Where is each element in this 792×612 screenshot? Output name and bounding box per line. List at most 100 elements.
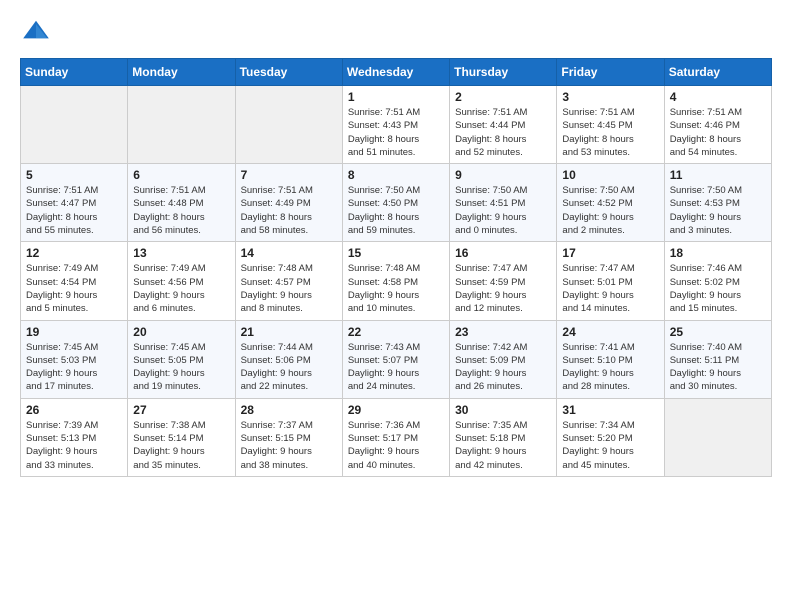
day-number: 27 bbox=[133, 403, 229, 417]
day-info: Sunrise: 7:37 AM Sunset: 5:15 PM Dayligh… bbox=[241, 419, 337, 472]
day-info: Sunrise: 7:50 AM Sunset: 4:53 PM Dayligh… bbox=[670, 184, 766, 237]
page: SundayMondayTuesdayWednesdayThursdayFrid… bbox=[0, 0, 792, 612]
calendar-cell: 27 Sunrise: 7:38 AM Sunset: 5:14 PM Dayli… bbox=[128, 398, 235, 476]
day-number: 30 bbox=[455, 403, 551, 417]
day-number: 7 bbox=[241, 168, 337, 182]
day-number: 12 bbox=[26, 246, 122, 260]
day-info: Sunrise: 7:38 AM Sunset: 5:14 PM Dayligh… bbox=[133, 419, 229, 472]
calendar-cell: 12 Sunrise: 7:49 AM Sunset: 4:54 PM Dayli… bbox=[21, 242, 128, 320]
calendar-cell: 17 Sunrise: 7:47 AM Sunset: 5:01 PM Dayli… bbox=[557, 242, 664, 320]
calendar-cell: 3 Sunrise: 7:51 AM Sunset: 4:45 PM Daylig… bbox=[557, 86, 664, 164]
day-info: Sunrise: 7:40 AM Sunset: 5:11 PM Dayligh… bbox=[670, 341, 766, 394]
day-info: Sunrise: 7:51 AM Sunset: 4:45 PM Dayligh… bbox=[562, 106, 658, 159]
day-info: Sunrise: 7:35 AM Sunset: 5:18 PM Dayligh… bbox=[455, 419, 551, 472]
weekday-header-tuesday: Tuesday bbox=[235, 59, 342, 86]
week-row-4: 19 Sunrise: 7:45 AM Sunset: 5:03 PM Dayli… bbox=[21, 320, 772, 398]
calendar-cell bbox=[128, 86, 235, 164]
calendar-cell: 14 Sunrise: 7:48 AM Sunset: 4:57 PM Dayli… bbox=[235, 242, 342, 320]
day-number: 10 bbox=[562, 168, 658, 182]
day-number: 24 bbox=[562, 325, 658, 339]
day-number: 31 bbox=[562, 403, 658, 417]
weekday-header-sunday: Sunday bbox=[21, 59, 128, 86]
day-info: Sunrise: 7:51 AM Sunset: 4:43 PM Dayligh… bbox=[348, 106, 444, 159]
week-row-1: 1 Sunrise: 7:51 AM Sunset: 4:43 PM Daylig… bbox=[21, 86, 772, 164]
day-number: 13 bbox=[133, 246, 229, 260]
day-info: Sunrise: 7:49 AM Sunset: 4:54 PM Dayligh… bbox=[26, 262, 122, 315]
day-number: 9 bbox=[455, 168, 551, 182]
week-row-5: 26 Sunrise: 7:39 AM Sunset: 5:13 PM Dayli… bbox=[21, 398, 772, 476]
day-info: Sunrise: 7:44 AM Sunset: 5:06 PM Dayligh… bbox=[241, 341, 337, 394]
day-info: Sunrise: 7:42 AM Sunset: 5:09 PM Dayligh… bbox=[455, 341, 551, 394]
day-info: Sunrise: 7:47 AM Sunset: 5:01 PM Dayligh… bbox=[562, 262, 658, 315]
logo-icon bbox=[20, 16, 52, 48]
calendar-cell: 19 Sunrise: 7:45 AM Sunset: 5:03 PM Dayli… bbox=[21, 320, 128, 398]
calendar-cell: 21Sunrise: 7:44 AM Sunset: 5:06 PM Dayli… bbox=[235, 320, 342, 398]
day-number: 5 bbox=[26, 168, 122, 182]
day-info: Sunrise: 7:46 AM Sunset: 5:02 PM Dayligh… bbox=[670, 262, 766, 315]
logo bbox=[20, 16, 56, 48]
calendar-cell: 7 Sunrise: 7:51 AM Sunset: 4:49 PM Daylig… bbox=[235, 164, 342, 242]
day-number: 20 bbox=[133, 325, 229, 339]
calendar-cell: 24 Sunrise: 7:41 AM Sunset: 5:10 PM Dayli… bbox=[557, 320, 664, 398]
day-number: 15 bbox=[348, 246, 444, 260]
calendar-cell: 26 Sunrise: 7:39 AM Sunset: 5:13 PM Dayli… bbox=[21, 398, 128, 476]
calendar-cell: 22Sunrise: 7:43 AM Sunset: 5:07 PM Dayli… bbox=[342, 320, 449, 398]
day-number: 28 bbox=[241, 403, 337, 417]
day-info: Sunrise: 7:51 AM Sunset: 4:46 PM Dayligh… bbox=[670, 106, 766, 159]
weekday-header-wednesday: Wednesday bbox=[342, 59, 449, 86]
day-number: 22 bbox=[348, 325, 444, 339]
day-number: 3 bbox=[562, 90, 658, 104]
calendar-cell: 28 Sunrise: 7:37 AM Sunset: 5:15 PM Dayli… bbox=[235, 398, 342, 476]
day-number: 26 bbox=[26, 403, 122, 417]
day-number: 17 bbox=[562, 246, 658, 260]
day-info: Sunrise: 7:51 AM Sunset: 4:49 PM Dayligh… bbox=[241, 184, 337, 237]
calendar-cell: 1 Sunrise: 7:51 AM Sunset: 4:43 PM Daylig… bbox=[342, 86, 449, 164]
calendar-cell: 5Sunrise: 7:51 AM Sunset: 4:47 PM Daylig… bbox=[21, 164, 128, 242]
weekday-header-saturday: Saturday bbox=[664, 59, 771, 86]
calendar-cell: 25Sunrise: 7:40 AM Sunset: 5:11 PM Dayli… bbox=[664, 320, 771, 398]
day-info: Sunrise: 7:41 AM Sunset: 5:10 PM Dayligh… bbox=[562, 341, 658, 394]
day-info: Sunrise: 7:50 AM Sunset: 4:51 PM Dayligh… bbox=[455, 184, 551, 237]
calendar-cell: 16Sunrise: 7:47 AM Sunset: 4:59 PM Dayli… bbox=[450, 242, 557, 320]
calendar-cell: 13 Sunrise: 7:49 AM Sunset: 4:56 PM Dayli… bbox=[128, 242, 235, 320]
calendar: SundayMondayTuesdayWednesdayThursdayFrid… bbox=[20, 58, 772, 477]
calendar-cell: 6 Sunrise: 7:51 AM Sunset: 4:48 PM Daylig… bbox=[128, 164, 235, 242]
day-number: 6 bbox=[133, 168, 229, 182]
day-number: 29 bbox=[348, 403, 444, 417]
calendar-cell: 23Sunrise: 7:42 AM Sunset: 5:09 PM Dayli… bbox=[450, 320, 557, 398]
day-info: Sunrise: 7:49 AM Sunset: 4:56 PM Dayligh… bbox=[133, 262, 229, 315]
calendar-cell: 8Sunrise: 7:50 AM Sunset: 4:50 PM Daylig… bbox=[342, 164, 449, 242]
day-info: Sunrise: 7:45 AM Sunset: 5:03 PM Dayligh… bbox=[26, 341, 122, 394]
weekday-header-monday: Monday bbox=[128, 59, 235, 86]
calendar-cell: 10 Sunrise: 7:50 AM Sunset: 4:52 PM Dayli… bbox=[557, 164, 664, 242]
week-row-2: 5Sunrise: 7:51 AM Sunset: 4:47 PM Daylig… bbox=[21, 164, 772, 242]
day-number: 19 bbox=[26, 325, 122, 339]
calendar-cell: 31 Sunrise: 7:34 AM Sunset: 5:20 PM Dayli… bbox=[557, 398, 664, 476]
day-number: 1 bbox=[348, 90, 444, 104]
weekday-header-thursday: Thursday bbox=[450, 59, 557, 86]
calendar-cell: 20Sunrise: 7:45 AM Sunset: 5:05 PM Dayli… bbox=[128, 320, 235, 398]
calendar-cell bbox=[664, 398, 771, 476]
day-number: 4 bbox=[670, 90, 766, 104]
calendar-cell: 4 Sunrise: 7:51 AM Sunset: 4:46 PM Daylig… bbox=[664, 86, 771, 164]
day-info: Sunrise: 7:51 AM Sunset: 4:44 PM Dayligh… bbox=[455, 106, 551, 159]
day-info: Sunrise: 7:39 AM Sunset: 5:13 PM Dayligh… bbox=[26, 419, 122, 472]
calendar-cell: 9 Sunrise: 7:50 AM Sunset: 4:51 PM Daylig… bbox=[450, 164, 557, 242]
day-info: Sunrise: 7:50 AM Sunset: 4:52 PM Dayligh… bbox=[562, 184, 658, 237]
day-info: Sunrise: 7:34 AM Sunset: 5:20 PM Dayligh… bbox=[562, 419, 658, 472]
weekday-header-row: SundayMondayTuesdayWednesdayThursdayFrid… bbox=[21, 59, 772, 86]
calendar-cell bbox=[235, 86, 342, 164]
calendar-cell: 15Sunrise: 7:48 AM Sunset: 4:58 PM Dayli… bbox=[342, 242, 449, 320]
day-info: Sunrise: 7:51 AM Sunset: 4:48 PM Dayligh… bbox=[133, 184, 229, 237]
day-info: Sunrise: 7:47 AM Sunset: 4:59 PM Dayligh… bbox=[455, 262, 551, 315]
day-number: 8 bbox=[348, 168, 444, 182]
day-number: 14 bbox=[241, 246, 337, 260]
calendar-cell: 18 Sunrise: 7:46 AM Sunset: 5:02 PM Dayli… bbox=[664, 242, 771, 320]
calendar-cell: 2Sunrise: 7:51 AM Sunset: 4:44 PM Daylig… bbox=[450, 86, 557, 164]
calendar-cell bbox=[21, 86, 128, 164]
weekday-header-friday: Friday bbox=[557, 59, 664, 86]
week-row-3: 12 Sunrise: 7:49 AM Sunset: 4:54 PM Dayli… bbox=[21, 242, 772, 320]
day-number: 18 bbox=[670, 246, 766, 260]
day-info: Sunrise: 7:48 AM Sunset: 4:57 PM Dayligh… bbox=[241, 262, 337, 315]
calendar-cell: 30 Sunrise: 7:35 AM Sunset: 5:18 PM Dayli… bbox=[450, 398, 557, 476]
